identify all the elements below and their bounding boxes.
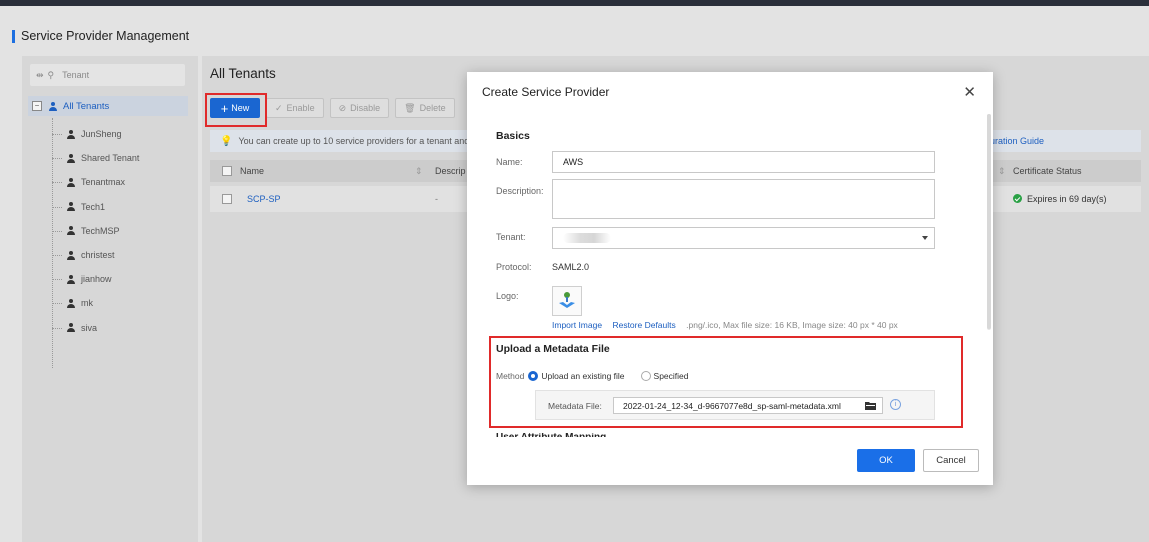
sort-icon[interactable]: ⇕ bbox=[415, 166, 423, 177]
user-attribute-mapping-title: User Attribute Mapping bbox=[496, 433, 606, 437]
tenant-tree-list: JunSheng Shared Tenant Tenantmax Tech1 T… bbox=[52, 122, 192, 340]
close-icon[interactable]: ✕ bbox=[963, 83, 976, 101]
tree-item-label: christest bbox=[81, 250, 115, 261]
user-icon bbox=[66, 202, 75, 212]
restore-defaults-link[interactable]: Restore Defaults bbox=[612, 320, 675, 330]
create-service-provider-dialog: Create Service Provider ✕ Basics Name: A… bbox=[467, 72, 993, 485]
page-header: Service Provider Management bbox=[12, 28, 189, 44]
user-icon bbox=[66, 129, 75, 139]
collapse-tree-icon[interactable]: ⇹ bbox=[36, 70, 44, 81]
tree-item-tenant[interactable]: JunSheng bbox=[52, 122, 192, 146]
protocol-label: Protocol: bbox=[496, 262, 532, 272]
cancel-button[interactable]: Cancel bbox=[923, 449, 979, 472]
logo-actions: Import Image Restore Defaults .png/.ico,… bbox=[552, 320, 898, 330]
user-icon bbox=[66, 274, 75, 284]
column-header-certificate-status[interactable]: Certificate Status bbox=[1013, 166, 1082, 176]
top-bar bbox=[0, 0, 1149, 6]
lightbulb-icon: 💡 bbox=[220, 135, 233, 147]
dialog-title: Create Service Provider bbox=[482, 85, 610, 99]
tenant-search-input[interactable]: ⇹ ⚲ Tenant bbox=[30, 64, 185, 86]
tenant-value-redacted bbox=[563, 233, 611, 243]
logo-hint: .png/.ico, Max file size: 16 KB, Image s… bbox=[686, 320, 898, 330]
disable-button-label: Disable bbox=[350, 103, 381, 113]
tree-root-label: All Tenants bbox=[63, 100, 110, 112]
trash-icon: 🗑 bbox=[404, 102, 416, 113]
row-description: - bbox=[435, 194, 438, 204]
tree-item-label: TechMSP bbox=[81, 225, 120, 236]
column-header-name[interactable]: Name bbox=[240, 166, 264, 176]
protocol-value: SAML2.0 bbox=[552, 262, 590, 272]
name-input[interactable]: AWS bbox=[552, 151, 935, 173]
tenant-group-icon bbox=[48, 101, 57, 111]
tree-item-tenant[interactable]: TechMSP bbox=[52, 219, 192, 243]
header-accent-bar bbox=[12, 29, 15, 43]
tree-item-tenant[interactable]: christest bbox=[52, 243, 192, 267]
delete-button[interactable]: 🗑 Delete bbox=[395, 98, 455, 118]
tree-item-tenant[interactable]: siva bbox=[52, 316, 192, 340]
enable-button[interactable]: ✓ Enable bbox=[266, 98, 324, 118]
main-title: All Tenants bbox=[210, 66, 276, 81]
user-icon bbox=[66, 298, 75, 308]
tree-root-all-tenants[interactable]: − All Tenants bbox=[28, 96, 188, 116]
tree-item-label: jianhow bbox=[81, 274, 112, 285]
page-title: Service Provider Management bbox=[21, 29, 190, 43]
tenant-search-placeholder: Tenant bbox=[62, 70, 90, 80]
sort-icon[interactable]: ⇕ bbox=[998, 166, 1006, 177]
search-icon: ⚲ bbox=[47, 69, 55, 80]
user-icon bbox=[66, 226, 75, 236]
check-circle-icon bbox=[1013, 194, 1022, 203]
enable-button-label: Enable bbox=[286, 103, 315, 113]
row-checkbox[interactable] bbox=[222, 194, 232, 204]
user-icon bbox=[66, 177, 75, 187]
basics-section-title: Basics bbox=[496, 130, 530, 142]
collapse-toggle-icon[interactable]: − bbox=[32, 101, 42, 111]
tree-item-tenant[interactable]: mk bbox=[52, 291, 192, 315]
select-all-checkbox[interactable] bbox=[222, 166, 232, 176]
name-input-value: AWS bbox=[563, 157, 584, 167]
user-icon bbox=[66, 323, 75, 333]
notice-text: You can create up to 10 service provider… bbox=[238, 136, 470, 146]
tenant-select[interactable] bbox=[552, 227, 935, 249]
logo-preview bbox=[552, 286, 582, 316]
tree-item-label: Tenantmax bbox=[81, 177, 126, 188]
column-header-description[interactable]: Descrip bbox=[435, 166, 466, 176]
logo-label: Logo: bbox=[496, 291, 519, 301]
user-icon bbox=[66, 250, 75, 260]
import-image-link[interactable]: Import Image bbox=[552, 320, 602, 330]
ban-icon: ⊘ bbox=[338, 102, 347, 113]
name-label: Name: bbox=[496, 157, 523, 167]
chevron-down-icon bbox=[922, 236, 928, 240]
tenant-label: Tenant: bbox=[496, 232, 526, 242]
configuration-guide-link[interactable]: uration Guide bbox=[990, 136, 1044, 146]
certificate-status-text: Expires in 69 day(s) bbox=[1027, 194, 1107, 204]
ok-button[interactable]: OK bbox=[857, 449, 915, 472]
tree-item-tenant[interactable]: Tenantmax bbox=[52, 170, 192, 194]
description-label: Description: bbox=[496, 186, 544, 196]
new-button-highlight bbox=[205, 93, 267, 127]
check-icon: ✓ bbox=[275, 102, 283, 113]
tenant-tree-panel: ⇹ ⚲ Tenant − All Tenants JunSheng Shared… bbox=[22, 56, 198, 542]
row-certificate-status: Expires in 69 day(s) bbox=[1013, 194, 1107, 204]
default-logo-icon bbox=[559, 292, 575, 308]
row-name-link[interactable]: SCP-SP bbox=[247, 194, 281, 204]
tree-item-label: Tech1 bbox=[81, 201, 106, 212]
tree-item-label: mk bbox=[81, 298, 93, 309]
description-textarea[interactable] bbox=[552, 179, 935, 219]
tree-item-tenant[interactable]: Shared Tenant bbox=[52, 146, 192, 170]
upload-section-highlight bbox=[489, 336, 963, 428]
dialog-scrollbar-thumb[interactable] bbox=[987, 114, 991, 329]
delete-button-label: Delete bbox=[419, 103, 446, 113]
tree-item-label: siva bbox=[81, 322, 98, 333]
tree-item-tenant[interactable]: jianhow bbox=[52, 267, 192, 291]
disable-button[interactable]: ⊘ Disable bbox=[329, 98, 390, 118]
tree-item-tenant[interactable]: Tech1 bbox=[52, 195, 192, 219]
user-icon bbox=[66, 153, 75, 163]
tree-item-label: Shared Tenant bbox=[81, 153, 140, 164]
tree-item-label: JunSheng bbox=[81, 129, 122, 140]
